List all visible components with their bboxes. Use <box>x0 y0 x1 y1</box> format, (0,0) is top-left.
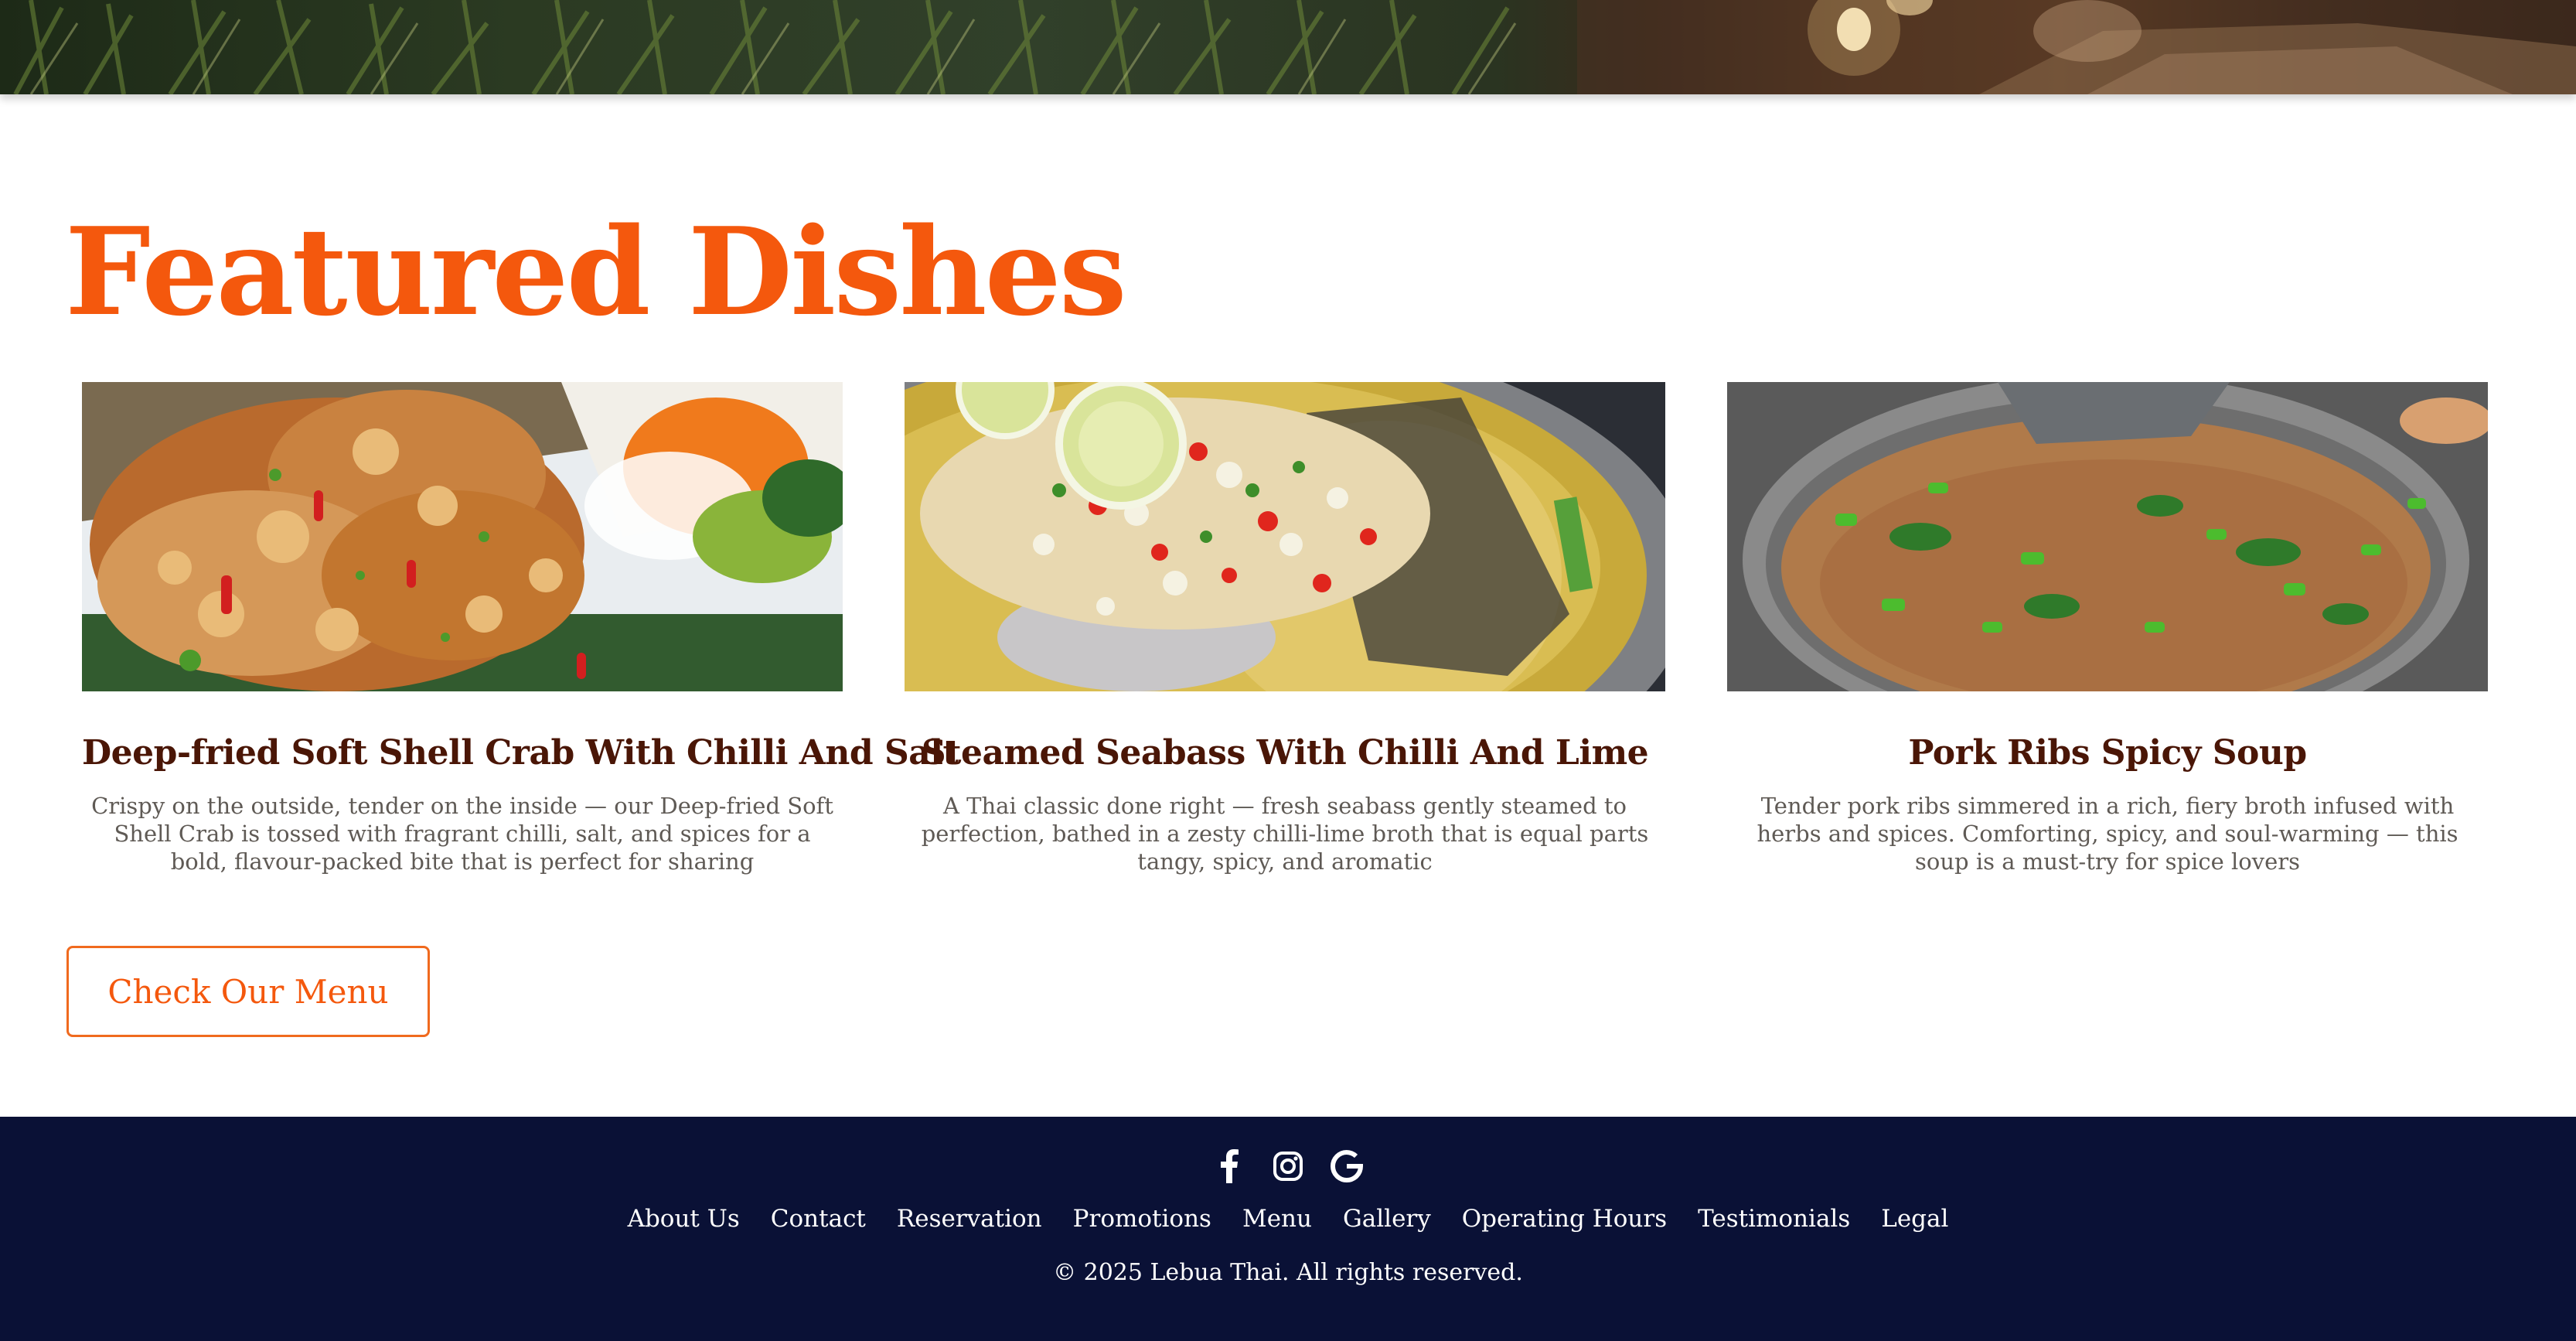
footer-link-menu[interactable]: Menu <box>1242 1203 1312 1234</box>
dish-image-pork-ribs-soup <box>1727 382 2488 691</box>
footer-link-legal[interactable]: Legal <box>1881 1203 1948 1234</box>
dish-card-pork-ribs-soup: Pork Ribs Spicy Soup Tender pork ribs si… <box>1727 382 2488 875</box>
footer-link-gallery[interactable]: Gallery <box>1343 1203 1431 1234</box>
footer-link-testimonials[interactable]: Testimonials <box>1698 1203 1850 1234</box>
dish-title: Deep-fried Soft Shell Crab With Chilli A… <box>82 733 959 773</box>
dish-title: Steamed Seabass With Chilli And Lime <box>921 733 1649 773</box>
dish-description: Tender pork ribs simmered in a rich, fie… <box>1757 793 2458 875</box>
featured-dishes-heading: Featured Dishes <box>65 201 1127 343</box>
dish-card-seabass: Steamed Seabass With Chilli And Lime A T… <box>905 382 1665 875</box>
footer-link-reservation[interactable]: Reservation <box>897 1203 1042 1234</box>
instagram-icon[interactable] <box>1269 1147 1307 1186</box>
dish-title: Pork Ribs Spicy Soup <box>1908 733 2307 773</box>
dish-description: Crispy on the outside, tender on the ins… <box>91 793 833 875</box>
copyright-text: © 2025 Lebua Thai. All rights reserved. <box>1053 1259 1523 1286</box>
footer-link-contact[interactable]: Contact <box>771 1203 866 1234</box>
dish-image-seabass <box>905 382 1665 691</box>
check-our-menu-button[interactable]: Check Our Menu <box>66 946 430 1037</box>
dish-description: A Thai classic done right — fresh seabas… <box>921 793 1649 875</box>
footer-link-promotions[interactable]: Promotions <box>1073 1203 1211 1234</box>
site-footer: About Us Contact Reservation Promotions … <box>0 1117 2576 1341</box>
dish-card-crab: Deep-fried Soft Shell Crab With Chilli A… <box>82 382 959 875</box>
footer-link-about-us[interactable]: About Us <box>628 1203 740 1234</box>
facebook-icon[interactable] <box>1210 1147 1249 1186</box>
google-icon[interactable] <box>1327 1147 1366 1186</box>
social-links <box>0 1147 2576 1186</box>
hero-banner-image <box>0 0 2576 94</box>
footer-nav: About Us Contact Reservation Promotions … <box>0 1203 2576 1234</box>
footer-link-operating-hours[interactable]: Operating Hours <box>1462 1203 1667 1234</box>
dish-image-crab <box>82 382 843 691</box>
